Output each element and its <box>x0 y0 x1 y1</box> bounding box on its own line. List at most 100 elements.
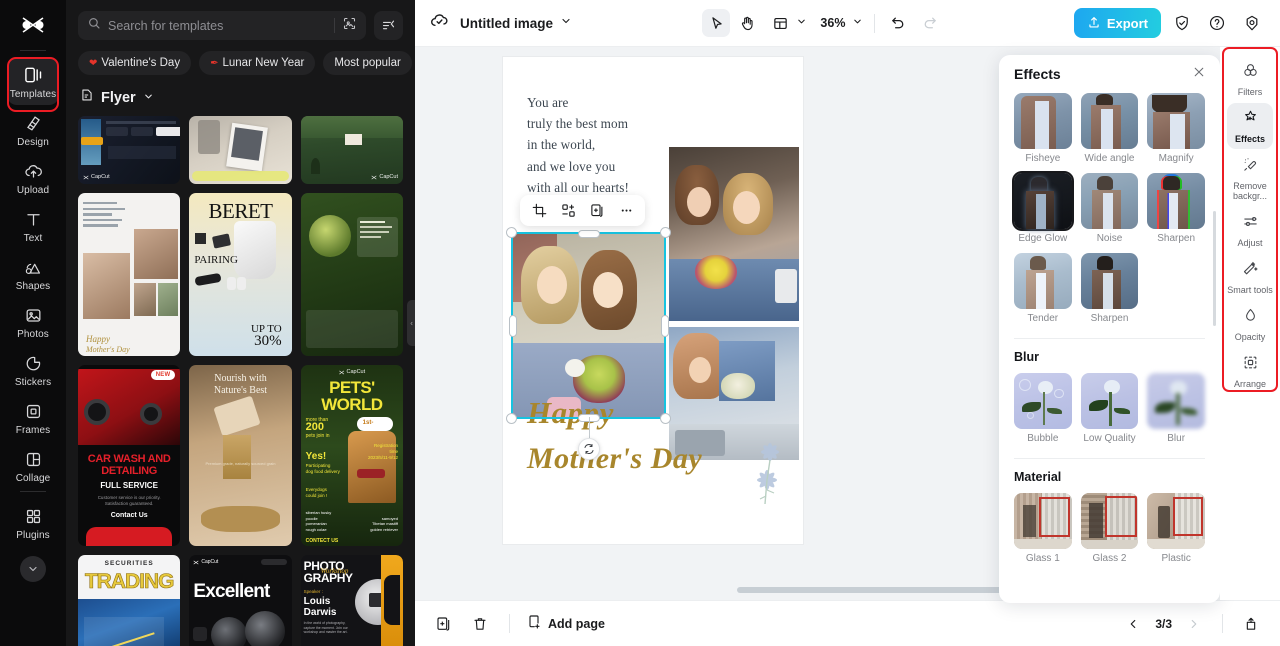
effect-item-blur[interactable]: Blur <box>1147 373 1205 445</box>
sidebar-item-label: Collage <box>15 473 51 484</box>
sidebar-item-label: Photos <box>17 329 49 340</box>
panel-collapse-handle[interactable] <box>407 300 415 346</box>
rotate-handle[interactable] <box>577 438 600 460</box>
smart-wand-icon <box>1242 260 1259 282</box>
add-page-button[interactable]: Add page <box>526 614 605 633</box>
chip-most-popular[interactable]: Most popular <box>323 51 412 75</box>
template-card[interactable]: BERET PAIRING UP TO 30% <box>189 193 292 356</box>
chip-valentines-day[interactable]: ❤ Valentine's Day <box>78 51 192 75</box>
effect-thumbnail <box>1080 173 1139 229</box>
sidebar-item-frames[interactable]: Frames <box>7 393 59 441</box>
effect-item-low-quality[interactable]: Low Quality <box>1080 373 1139 445</box>
greeting-line-2: Mother's Day <box>527 442 703 475</box>
sidebar-item-plugins[interactable]: Plugins <box>7 498 59 546</box>
gear-icon[interactable] <box>1238 9 1266 37</box>
template-card[interactable]: NEW CAR WASH AND DETAILING FULL SERVICE C… <box>78 365 181 546</box>
duplicate-page-button[interactable] <box>431 611 457 637</box>
stickers-icon <box>22 352 44 374</box>
category-selector[interactable]: Flyer <box>66 75 415 116</box>
effect-item-sharpen-2[interactable]: Sharpen <box>1080 253 1139 325</box>
image-search-icon[interactable] <box>342 16 357 36</box>
right-tool-opacity[interactable]: Opacity <box>1227 301 1273 347</box>
close-icon[interactable] <box>1192 65 1206 84</box>
template-card[interactable]: CapCut <box>78 116 181 184</box>
scrollbar-thumb[interactable] <box>737 587 1009 593</box>
right-tool-smart-tools[interactable]: Smart tools <box>1227 254 1273 300</box>
replace-button[interactable] <box>555 198 581 223</box>
effect-item-edge-glow[interactable]: Edge Glow <box>1012 171 1074 245</box>
search-input[interactable] <box>108 18 327 33</box>
template-card[interactable]: Nourish with Nature's Best Premium grade,… <box>189 365 292 546</box>
effect-item-glass-2[interactable]: Glass 2 <box>1080 493 1139 565</box>
crop-button[interactable] <box>526 198 552 223</box>
template-card[interactable] <box>189 116 292 184</box>
right-tool-filters[interactable]: Filters <box>1227 56 1273 102</box>
delete-page-button[interactable] <box>467 611 493 637</box>
sidebar-item-design[interactable]: Design <box>7 105 59 153</box>
duplicate-button[interactable] <box>584 198 610 223</box>
right-tool-arrange[interactable]: Arrange <box>1227 348 1273 394</box>
select-tool[interactable] <box>702 9 731 37</box>
upload-page-button[interactable] <box>1238 611 1264 637</box>
right-tool-label: Adjust <box>1237 238 1263 248</box>
search-icon <box>87 16 101 35</box>
export-button[interactable]: Export <box>1073 8 1161 38</box>
effect-label: Noise <box>1096 233 1123 244</box>
template-card[interactable]: SECURITIES TRADING <box>78 555 181 646</box>
right-tool-remove-background[interactable]: Remove backgr... <box>1227 150 1273 206</box>
zoom-selector[interactable]: 36% <box>818 14 865 32</box>
photo-selfie[interactable] <box>669 147 799 321</box>
document-title-selector[interactable]: Untitled image <box>460 14 572 32</box>
undo-button[interactable] <box>884 9 912 37</box>
sidebar-item-label: Design <box>17 137 49 148</box>
prev-page-button[interactable] <box>1120 611 1146 637</box>
redo-button[interactable] <box>915 9 943 37</box>
template-card[interactable]: CapCut Excellent <box>189 555 292 646</box>
effects-panel-body[interactable]: Fisheye Wide angle Magnify Edge Glow Noi… <box>999 93 1220 603</box>
more-button[interactable] <box>613 198 639 223</box>
chip-lunar-new-year[interactable]: ✒ Lunar New Year <box>199 51 316 75</box>
capcut-logo[interactable] <box>13 10 53 40</box>
shield-check-icon[interactable] <box>1168 9 1196 37</box>
sidebar-item-text[interactable]: Text <box>7 201 59 249</box>
effect-item-magnify[interactable]: Magnify <box>1147 93 1205 165</box>
template-card[interactable]: Happy Mother's Day <box>78 193 181 356</box>
effect-label: Wide angle <box>1084 153 1135 164</box>
chevron-down-icon[interactable] <box>20 556 46 582</box>
plugins-icon <box>22 505 44 527</box>
effect-item-fisheye[interactable]: Fisheye <box>1014 93 1072 165</box>
design-page[interactable]: You are truly the best mom in the world,… <box>503 57 803 544</box>
sidebar-item-upload[interactable]: Upload <box>7 153 59 201</box>
layout-icon <box>766 9 794 37</box>
effect-item-glass-1[interactable]: Glass 1 <box>1014 493 1072 565</box>
template-card[interactable] <box>300 193 403 356</box>
effect-item-tender[interactable]: Tender <box>1014 253 1072 325</box>
greeting-text[interactable]: Happy Mother's Day <box>527 390 757 482</box>
filter-icon[interactable] <box>374 11 403 40</box>
help-circle-icon[interactable] <box>1203 9 1231 37</box>
effect-item-sharpen-1[interactable]: Sharpen <box>1147 173 1205 245</box>
effect-item-wide-angle[interactable]: Wide angle <box>1080 93 1139 165</box>
next-page-button[interactable] <box>1181 611 1207 637</box>
sidebar-item-collage[interactable]: Collage <box>7 441 59 489</box>
template-card[interactable]: CapCut PETS' WORLD 1st- more than 200 pets … <box>300 365 403 546</box>
template-card[interactable]: PHOTO GRAPHY Workshop Speaker : Louis Darw… <box>300 555 403 646</box>
sidebar-item-stickers[interactable]: Stickers <box>7 345 59 393</box>
cloud-saved-icon[interactable] <box>429 10 450 36</box>
right-tool-adjust[interactable]: Adjust <box>1227 207 1273 253</box>
search-box[interactable] <box>78 11 366 40</box>
sidebar-item-photos[interactable]: Photos <box>7 297 59 345</box>
rail-divider <box>20 50 46 51</box>
effect-item-bubble[interactable]: Bubble <box>1014 373 1072 445</box>
sidebar-item-shapes[interactable]: Shapes <box>7 249 59 297</box>
layout-tool[interactable] <box>764 9 809 37</box>
hand-tool[interactable] <box>733 9 761 37</box>
right-tool-effects[interactable]: Effects <box>1227 103 1273 149</box>
effect-item-noise[interactable]: Noise <box>1080 173 1139 245</box>
template-card[interactable]: CapCut <box>300 116 403 184</box>
sidebar-item-label: Shapes <box>15 281 51 292</box>
sidebar-item-templates[interactable]: Templates <box>7 57 59 105</box>
flyer-icon <box>80 88 94 107</box>
effect-item-plastic[interactable]: Plastic <box>1147 493 1205 565</box>
effects-scrollbar[interactable] <box>1213 211 1216 326</box>
